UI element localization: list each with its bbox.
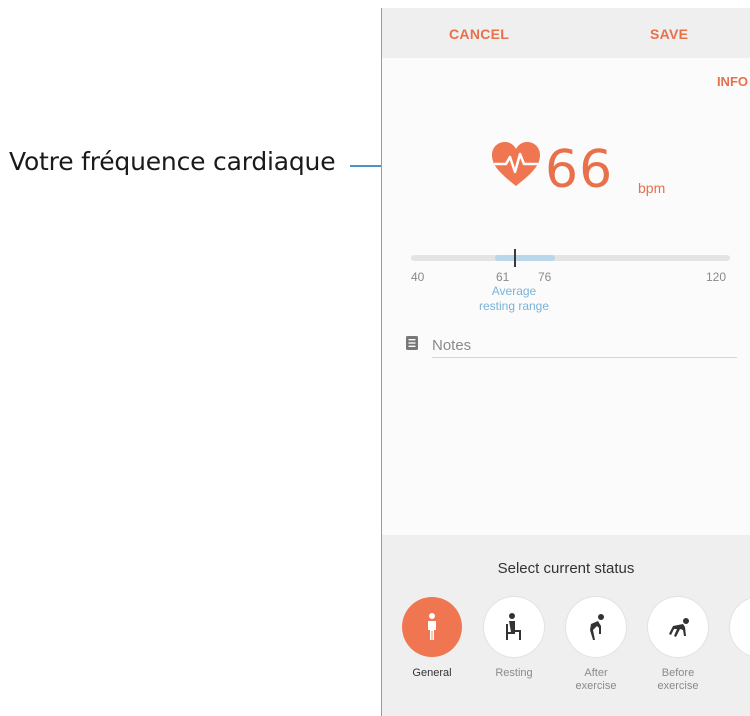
current-rate-marker [513,249,516,267]
app-bar: CANCEL SAVE [382,8,750,58]
heart-rate-unit: bpm [638,180,666,196]
person-standing-icon [428,613,436,640]
range-max-label: 120 [706,270,727,284]
heart-rate-icon [492,142,540,186]
status-panel: Select current status General Resting Af… [382,535,750,716]
status-title: Select current status [497,560,635,577]
heart-rate-value: 66 [545,140,614,200]
cancel-button[interactable]: CANCEL [449,26,509,42]
callout-label: Votre fréquence cardiaque [9,147,336,176]
status-fifth-button[interactable] [730,597,750,657]
phone-screen: CANCEL SAVE INFO 66 bpm 40 61 76 120 Ave… [381,8,750,716]
resting-range-label: Average resting range [470,284,558,314]
range-low-label: 61 [496,270,510,284]
range-high-label: 76 [538,270,552,284]
status-label-general: General [412,667,452,679]
status-after-exercise-button[interactable] [566,597,626,657]
status-before-exercise-button[interactable] [648,597,708,657]
status-label-after-exercise: After exercise [575,667,617,692]
status-label-fifth: T [720,667,750,680]
notes-icon [406,336,418,350]
person-bent-over-icon [590,614,604,640]
person-starting-icon [669,618,689,637]
resting-range-label-line2: resting range [478,299,550,313]
range-min-label: 40 [411,270,425,284]
save-button[interactable]: SAVE [650,26,688,42]
status-resting-button[interactable] [484,597,544,657]
status-label-before-exercise: Before exercise [657,667,699,692]
resting-range-label-line1: Average [491,284,537,298]
status-general-button[interactable] [402,597,462,657]
heart-rate-range-bar [411,249,730,267]
status-label-resting: Resting [495,667,533,679]
info-button[interactable]: INFO [717,74,748,89]
resting-range-fill [494,255,555,261]
person-sitting-icon [506,613,521,640]
notes-input[interactable] [432,333,737,358]
